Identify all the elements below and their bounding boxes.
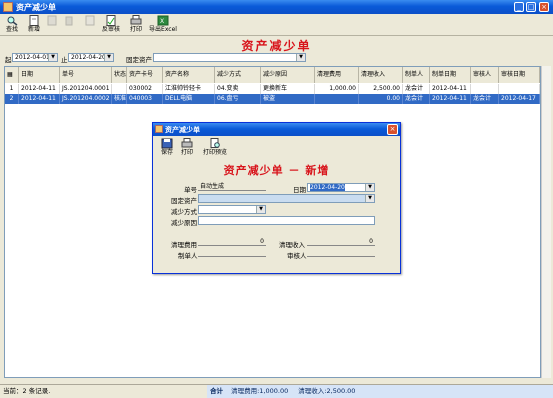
grid-header: ▦ 日期 单号 状态 资产卡号 资产名称 减少方式 减少原因 清理费用 清理收入… [5,67,540,83]
col-header[interactable]: 审核人 [471,67,499,83]
window-title: 资产减少单 [16,3,56,12]
app-icon [3,2,13,12]
trash-icon [65,16,73,26]
new-reduction-dialog: 资产减少单 × 保存 打印 打印预览 资产减少单 － 新增 单号 自动生成 日期… [152,122,401,274]
chevron-down-icon[interactable]: ▼ [104,54,113,61]
chevron-down-icon[interactable]: ▼ [256,206,265,213]
chevron-down-icon[interactable]: ▼ [365,195,374,202]
window-titlebar: 资产减少单 _ □ × [0,0,553,14]
record-count: 当前：2 条记录. [3,387,51,395]
svg-text:X: X [160,18,164,25]
col-header[interactable]: 资产名称 [163,67,215,83]
reason-field[interactable] [198,216,375,225]
maximize-button[interactable]: □ [526,2,536,12]
col-header[interactable]: 状态 [112,67,127,83]
unaudit-button[interactable]: 反审核 [101,15,121,35]
delete-button[interactable] [62,15,76,35]
col-header[interactable]: 清理费用 [315,67,359,83]
find-button[interactable]: 查找 [3,15,21,35]
edit-icon [47,15,57,26]
print-preview-icon [210,138,220,148]
col-header[interactable]: 制单日期 [430,67,471,83]
col-header[interactable]: 资产卡号 [127,67,163,83]
export-excel-button[interactable]: X 导出Excel [146,15,180,35]
totals-label: 合计 [210,387,223,395]
audit-button[interactable] [83,15,97,35]
dialog-heading: 资产减少单 － 新增 [223,164,330,177]
audit-icon [85,15,95,26]
method-label: 减少方式 [171,208,197,216]
grid-settings-icon[interactable]: ▦ [5,67,19,83]
maker-label: 制单人 [178,252,198,260]
dialog-toolbar: 保存 打印 打印预览 [159,137,256,159]
printer-icon [181,138,193,148]
reason-label: 减少原因 [171,219,197,227]
auditor-value [307,249,375,257]
close-button[interactable]: × [539,2,549,12]
no-value: 自动生成 [198,183,266,191]
edit-button[interactable] [45,15,59,35]
new-document-icon [29,15,39,26]
end-date-label: 止 [61,56,68,64]
date-field[interactable]: 2012-04-20 ▼ [307,183,375,192]
start-date-label: 起 [5,56,12,64]
totals-bar: 合计 清理费用:1,000.00 清理收入:2,500.00 [207,385,553,398]
dialog-close-button[interactable]: × [387,124,398,135]
maker-value [198,249,266,257]
chevron-down-icon[interactable]: ▼ [48,54,57,61]
income-field[interactable]: 0 [307,238,375,246]
excel-icon: X [157,15,169,26]
auditor-label: 审核人 [287,252,307,260]
table-row[interactable]: 1 2012-04-11 JS.201204.0001 030002 江淮帅铃轻… [5,84,540,94]
date-label: 日期 [293,186,306,194]
dialog-app-icon [155,125,163,133]
asset-select[interactable]: ▼ [198,194,375,203]
asset-label: 固定资产 [171,197,197,205]
new-button[interactable]: 新增 [25,15,43,35]
method-select[interactable]: ▼ [198,205,266,214]
col-header[interactable]: 减少方式 [215,67,261,83]
asset-filter-label: 固定资产 [126,56,152,64]
col-header[interactable]: 减少原因 [261,67,315,83]
income-label: 清理收入 [279,241,305,249]
unaudit-icon [106,15,116,26]
dialog-title: 资产减少单 [165,126,200,134]
start-date-field[interactable]: 2012-04-01 ▼ [12,53,58,62]
printer-icon [130,15,142,25]
minimize-button[interactable]: _ [514,2,524,12]
col-header[interactable]: 制单人 [403,67,430,83]
chevron-down-icon[interactable]: ▼ [296,54,305,61]
save-icon [161,138,173,149]
toolbar: 查找 新增 反审核 打印 X 导出Excel [0,14,553,36]
total-cost: 清理费用:1,000.00 [231,387,289,395]
col-header[interactable]: 审核日期 [499,67,540,83]
vertical-scrollbar[interactable] [541,66,551,378]
status-bar: 当前：2 条记录. 合计 清理费用:1,000.00 清理收入:2,500.00 [0,384,553,398]
dialog-titlebar: 资产减少单 × [153,123,400,136]
cost-label: 清理费用 [171,241,197,249]
table-row-selected[interactable]: 2 2012-04-11 JS.201204.0002 核准 040003 DE… [5,94,540,104]
col-header[interactable]: 单号 [60,67,112,83]
total-income: 清理收入:2,500.00 [298,387,356,395]
end-date-field[interactable]: 2012-04-20 ▼ [68,53,114,62]
dialog-print-button[interactable]: 打印 [179,138,195,158]
col-header[interactable]: 日期 [19,67,60,83]
print-preview-button[interactable]: 打印预览 [201,138,229,158]
col-header[interactable]: 清理收入 [359,67,403,83]
print-button[interactable]: 打印 [128,15,144,35]
asset-filter-select[interactable]: ▼ [153,53,306,62]
cost-field[interactable]: 0 [198,238,266,246]
search-icon [7,16,18,26]
chevron-down-icon[interactable]: ▼ [365,184,374,191]
save-button[interactable]: 保存 [159,138,175,158]
no-label: 单号 [184,186,197,194]
report-title: 资产减少单 [241,39,312,53]
